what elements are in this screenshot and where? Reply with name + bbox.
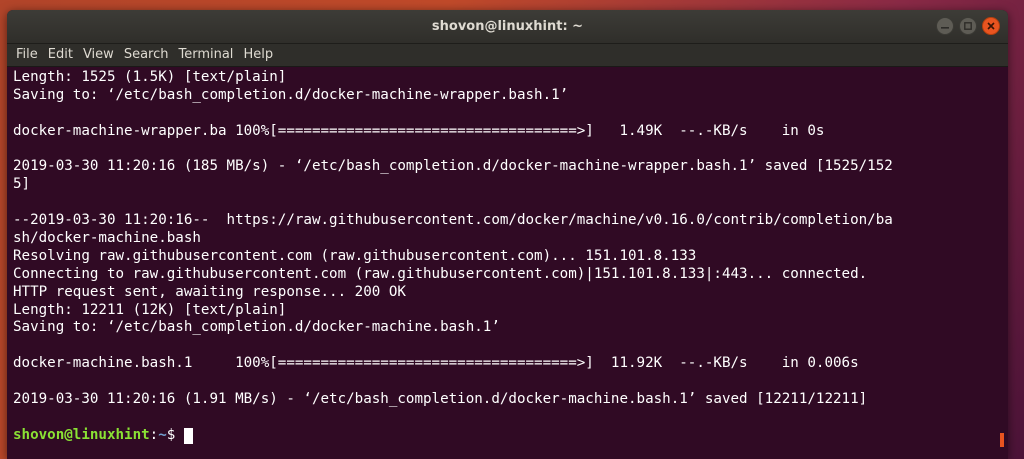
output-line: docker-machine.bash.1 100%[=============… bbox=[13, 355, 859, 372]
terminal-window: shovon@linuxhint: ~ File Edit View Searc… bbox=[7, 10, 1008, 459]
prompt-user-host: shovon@linuxhint bbox=[13, 426, 150, 443]
maximize-button[interactable] bbox=[959, 17, 977, 35]
menu-file[interactable]: File bbox=[11, 44, 43, 66]
scrollbar-marker[interactable] bbox=[1000, 433, 1004, 447]
title-bar[interactable]: shovon@linuxhint: ~ bbox=[7, 10, 1008, 44]
output-line: docker-machine-wrapper.ba 100%[=========… bbox=[13, 122, 825, 139]
shell-prompt[interactable]: shovon@linuxhint: ~ $ bbox=[13, 427, 1008, 445]
output-line: Length: 1525 (1.5K) [text/plain] bbox=[13, 69, 287, 85]
output-line: HTTP request sent, awaiting response... … bbox=[13, 283, 406, 300]
output-line: Resolving raw.githubusercontent.com (raw… bbox=[13, 247, 697, 264]
menu-search[interactable]: Search bbox=[119, 44, 174, 66]
output-line: sh/docker-machine.bash bbox=[13, 230, 201, 247]
prompt-separator: : bbox=[149, 426, 159, 443]
output-line: 5] bbox=[13, 176, 31, 193]
menu-help[interactable]: Help bbox=[238, 44, 278, 66]
menu-view[interactable]: View bbox=[78, 44, 119, 66]
minimize-button[interactable] bbox=[936, 17, 954, 35]
maximize-icon bbox=[964, 22, 972, 30]
output-line: Saving to: ‘/etc/bash_completion.d/docke… bbox=[13, 86, 569, 103]
close-icon bbox=[987, 22, 995, 30]
terminal-output[interactable]: Length: 1525 (1.5K) [text/plain] Saving … bbox=[7, 67, 1008, 457]
prompt-symbol: $ bbox=[166, 426, 176, 443]
output-line: Saving to: ‘/etc/bash_completion.d/docke… bbox=[13, 319, 500, 336]
output-line: 2019-03-30 11:20:16 (1.91 MB/s) - ‘/etc/… bbox=[13, 391, 868, 408]
close-button[interactable] bbox=[982, 17, 1000, 35]
minimize-icon bbox=[941, 27, 949, 29]
output-line: Length: 12211 (12K) [text/plain] bbox=[13, 301, 287, 318]
window-title: shovon@linuxhint: ~ bbox=[431, 19, 584, 34]
text-cursor bbox=[184, 427, 194, 444]
output-line: Connecting to raw.githubusercontent.com … bbox=[13, 265, 868, 282]
menu-bar: File Edit View Search Terminal Help bbox=[7, 44, 1008, 67]
menu-edit[interactable]: Edit bbox=[43, 44, 78, 66]
output-line: 2019-03-30 11:20:16 (185 MB/s) - ‘/etc/b… bbox=[13, 158, 893, 175]
prompt-path: ~ bbox=[158, 426, 167, 443]
menu-terminal[interactable]: Terminal bbox=[173, 44, 238, 66]
window-controls bbox=[936, 17, 1000, 35]
output-line: --2019-03-30 11:20:16-- https://raw.gith… bbox=[13, 212, 893, 229]
